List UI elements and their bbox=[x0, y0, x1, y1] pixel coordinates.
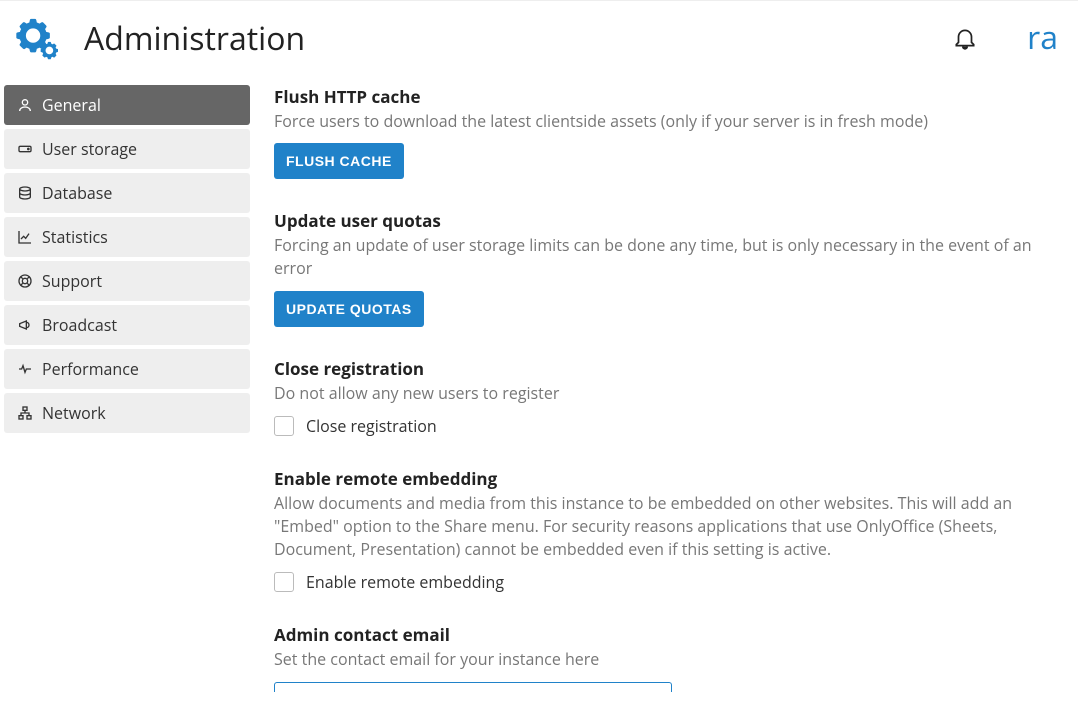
main-content: Flush HTTP cache Force users to download… bbox=[250, 85, 1078, 722]
section-desc: Forcing an update of user storage limits… bbox=[274, 234, 1058, 280]
section-desc: Do not allow any new users to register bbox=[274, 382, 1058, 405]
sidebar-item-performance[interactable]: Performance bbox=[4, 349, 250, 389]
sidebar-item-label: User storage bbox=[42, 138, 137, 160]
sidebar-item-label: Performance bbox=[42, 358, 139, 380]
bullhorn-icon bbox=[16, 316, 34, 334]
chart-line-icon bbox=[16, 228, 34, 246]
sidebar-item-label: Network bbox=[42, 402, 106, 424]
section-title: Admin contact email bbox=[274, 623, 1058, 646]
sidebar: General User storage Database bbox=[4, 85, 250, 722]
heartbeat-icon bbox=[16, 360, 34, 378]
sidebar-item-user-storage[interactable]: User storage bbox=[4, 129, 250, 169]
update-quotas-button[interactable]: UPDATE QUOTAS bbox=[274, 291, 424, 327]
sidebar-item-broadcast[interactable]: Broadcast bbox=[4, 305, 250, 345]
sidebar-item-label: Database bbox=[42, 182, 112, 204]
sidebar-item-support[interactable]: Support bbox=[4, 261, 250, 301]
section-remote-embedding: Enable remote embedding Allow documents … bbox=[274, 467, 1058, 594]
cogs-icon bbox=[12, 15, 58, 61]
section-title: Enable remote embedding bbox=[274, 467, 1058, 490]
checkbox-label: Enable remote embedding bbox=[306, 571, 504, 593]
sitemap-icon bbox=[16, 404, 34, 422]
sidebar-item-label: Statistics bbox=[42, 226, 108, 248]
section-title: Update user quotas bbox=[274, 209, 1058, 232]
notifications-icon[interactable] bbox=[951, 24, 979, 52]
flush-cache-button[interactable]: FLUSH CACHE bbox=[274, 143, 404, 179]
user-icon bbox=[16, 96, 34, 114]
section-desc: Force users to download the latest clien… bbox=[274, 110, 1058, 133]
section-update-quotas: Update user quotas Forcing an update of … bbox=[274, 209, 1058, 326]
section-flush-cache: Flush HTTP cache Force users to download… bbox=[274, 85, 1058, 179]
close-registration-checkbox[interactable] bbox=[274, 416, 294, 436]
lifering-icon bbox=[16, 272, 34, 290]
remote-embedding-checkbox[interactable] bbox=[274, 572, 294, 592]
sidebar-item-label: Broadcast bbox=[42, 314, 117, 336]
database-icon bbox=[16, 184, 34, 202]
sidebar-item-general[interactable]: General bbox=[4, 85, 250, 125]
section-title: Flush HTTP cache bbox=[274, 85, 1058, 108]
checkbox-label: Close registration bbox=[306, 415, 437, 437]
header: Administration ra bbox=[0, 0, 1078, 75]
page-title: Administration bbox=[84, 17, 951, 60]
hdd-icon bbox=[16, 140, 34, 158]
avatar[interactable]: ra bbox=[1027, 22, 1058, 54]
sidebar-item-label: General bbox=[42, 94, 101, 116]
sidebar-item-label: Support bbox=[42, 270, 102, 292]
section-desc: Allow documents and media from this inst… bbox=[274, 492, 1058, 562]
section-title: Close registration bbox=[274, 357, 1058, 380]
section-desc: Set the contact email for your instance … bbox=[274, 648, 1058, 671]
admin-email-input[interactable] bbox=[274, 682, 672, 692]
sidebar-item-database[interactable]: Database bbox=[4, 173, 250, 213]
sidebar-item-statistics[interactable]: Statistics bbox=[4, 217, 250, 257]
section-admin-email: Admin contact email Set the contact emai… bbox=[274, 623, 1058, 691]
section-close-registration: Close registration Do not allow any new … bbox=[274, 357, 1058, 437]
sidebar-item-network[interactable]: Network bbox=[4, 393, 250, 433]
